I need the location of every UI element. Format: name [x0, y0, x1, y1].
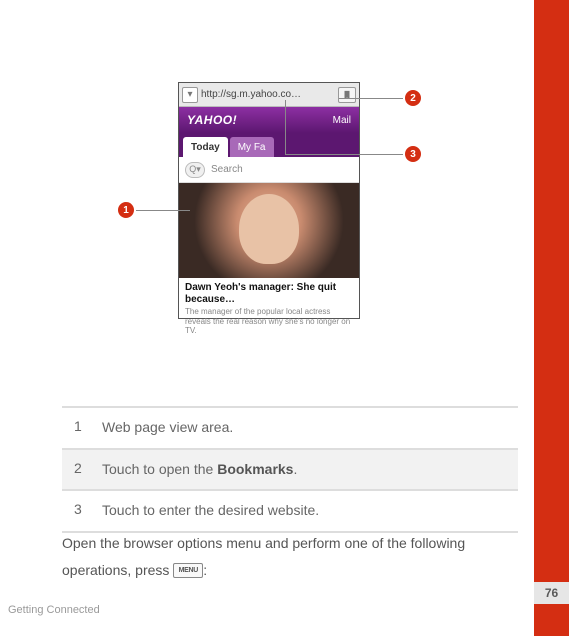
legend-row-1: 1 Web page view area.	[62, 408, 518, 450]
legend-text: Touch to open the Bookmarks.	[102, 450, 518, 490]
yahoo-logo: YAHOO!	[187, 113, 237, 127]
page-number: 76	[534, 582, 569, 604]
search-input[interactable]: Search	[211, 164, 243, 175]
legend-table: 1 Web page view area. 2 Touch to open th…	[62, 406, 518, 533]
legend-text: Web page view area.	[102, 408, 518, 448]
callout-3-badge: 3	[405, 146, 421, 162]
legend-num: 1	[62, 408, 102, 448]
article-photo[interactable]	[179, 183, 359, 278]
legend-num: 3	[62, 491, 102, 531]
callout-3-line-h	[285, 154, 403, 155]
callout-2-badge: 2	[405, 90, 421, 106]
mail-link[interactable]: Mail	[333, 115, 351, 126]
callout-3-line-v	[285, 100, 286, 155]
address-bar: ▾ http://sg.m.yahoo.co…	[179, 83, 359, 107]
article-title[interactable]: Dawn Yeoh's manager: She quit because…	[179, 278, 359, 307]
section-footer: Getting Connected	[8, 604, 100, 616]
legend-text-post: .	[293, 461, 297, 477]
site-header: YAHOO! Mail	[179, 107, 359, 133]
article-subtitle: The manager of the popular local actress…	[179, 307, 359, 340]
legend-row-3: 3 Touch to enter the desired website.	[62, 491, 518, 533]
legend-text-pre: Touch to open the	[102, 461, 217, 477]
search-row: Q▾ Search	[179, 157, 359, 183]
legend-num: 2	[62, 450, 102, 490]
url-field[interactable]: http://sg.m.yahoo.co…	[201, 89, 335, 100]
menu-key-icon: MENU	[173, 563, 203, 578]
page-favicon: ▾	[182, 87, 198, 103]
accent-sidebar	[534, 0, 569, 636]
callout-1-line	[136, 210, 190, 211]
body-line-2-pre: operations, press	[62, 562, 173, 578]
body-line-1: Open the browser options menu and perfor…	[62, 535, 465, 551]
legend-text-bold: Bookmarks	[217, 461, 293, 477]
bookmarks-button[interactable]	[338, 87, 356, 103]
body-line-2-post: :	[203, 562, 207, 578]
callout-2-line	[339, 98, 403, 99]
legend-row-2: 2 Touch to open the Bookmarks.	[62, 450, 518, 492]
legend-text: Touch to enter the desired website.	[102, 491, 518, 531]
callout-1-badge: 1	[118, 202, 134, 218]
tab-today[interactable]: Today	[183, 137, 228, 157]
body-paragraph: Open the browser options menu and perfor…	[62, 530, 518, 583]
browser-screenshot: ▾ http://sg.m.yahoo.co… YAHOO! Mail Toda…	[178, 82, 360, 319]
search-icon[interactable]: Q▾	[185, 162, 205, 178]
tab-favourites[interactable]: My Fa	[230, 137, 274, 157]
